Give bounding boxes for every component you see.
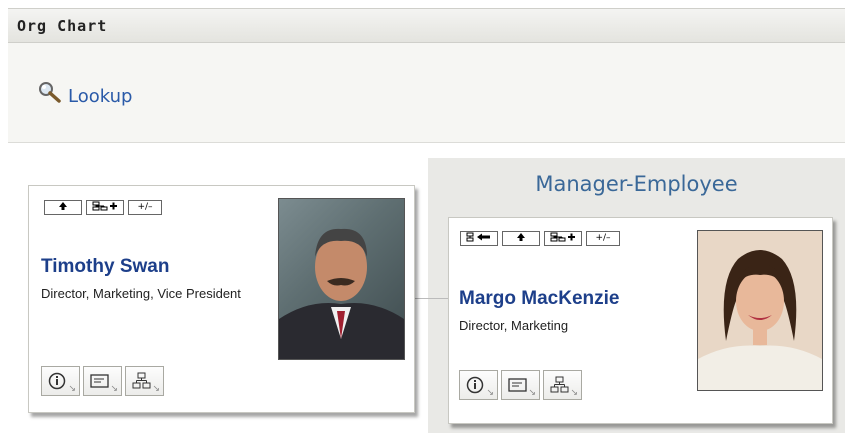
info-icon <box>466 376 484 394</box>
email-button[interactable]: ↘ <box>83 366 122 396</box>
lookup-label[interactable]: Lookup <box>68 86 132 107</box>
up-arrow-icon <box>59 202 67 210</box>
person-title: Director, Marketing <box>459 318 569 333</box>
lookup-link[interactable]: Lookup <box>38 81 132 107</box>
info-button[interactable]: ↘ <box>459 370 498 400</box>
person-photo <box>697 230 823 391</box>
toggle-button[interactable]: +/– <box>586 231 620 246</box>
dropdown-arrow-icon: ↘ <box>486 388 494 398</box>
info-button[interactable]: ↘ <box>41 366 80 396</box>
reports-plus-icon <box>92 201 117 211</box>
dropdown-arrow-icon: ↘ <box>528 388 536 398</box>
org-button[interactable]: ↘ <box>125 366 164 396</box>
person-name[interactable]: Margo MacKenzie <box>459 288 619 310</box>
info-icon <box>48 372 66 390</box>
up-arrow-icon <box>517 233 525 241</box>
person-card-manager: +/– Timothy Swan Director, Marketing, Vi… <box>28 185 415 413</box>
card-actions: ↘ ↘ ↘ <box>459 370 585 400</box>
show-reports-button[interactable] <box>86 200 124 215</box>
restore-root-icon <box>466 232 490 242</box>
org-chart-icon <box>550 376 569 393</box>
toggle-button[interactable]: +/– <box>128 200 162 215</box>
card-toolbar: +/– <box>460 231 620 246</box>
reports-plus-icon <box>550 232 575 242</box>
dropdown-arrow-icon: ↘ <box>68 384 76 394</box>
magnifier-icon <box>38 81 64 107</box>
lookup-band: Lookup <box>8 43 845 143</box>
email-button[interactable]: ↘ <box>501 370 540 400</box>
card-toolbar: +/– <box>44 200 162 215</box>
connector-line <box>413 298 448 299</box>
person-name[interactable]: Timothy Swan <box>41 256 169 278</box>
dropdown-arrow-icon: ↘ <box>570 388 578 398</box>
dropdown-arrow-icon: ↘ <box>110 384 118 394</box>
person-photo <box>278 198 405 360</box>
relationship-label: Manager-Employee <box>535 172 738 196</box>
up-arrow-button[interactable] <box>502 231 540 246</box>
email-icon <box>508 378 527 392</box>
org-button[interactable]: ↘ <box>543 370 582 400</box>
dropdown-arrow-icon: ↘ <box>152 384 160 394</box>
show-reports-button[interactable] <box>544 231 582 246</box>
org-chart-icon <box>132 372 151 389</box>
restore-root-button[interactable] <box>460 231 498 246</box>
person-card-employee: +/– Margo MacKenzie Director, Marketing … <box>448 217 833 424</box>
portlet-titlebar: Org Chart <box>8 8 845 43</box>
email-icon <box>90 374 109 388</box>
up-arrow-button[interactable] <box>44 200 82 215</box>
card-actions: ↘ ↘ ↘ <box>41 366 167 396</box>
page-title: Org Chart <box>17 17 108 35</box>
person-title: Director, Marketing, Vice President <box>41 286 241 301</box>
